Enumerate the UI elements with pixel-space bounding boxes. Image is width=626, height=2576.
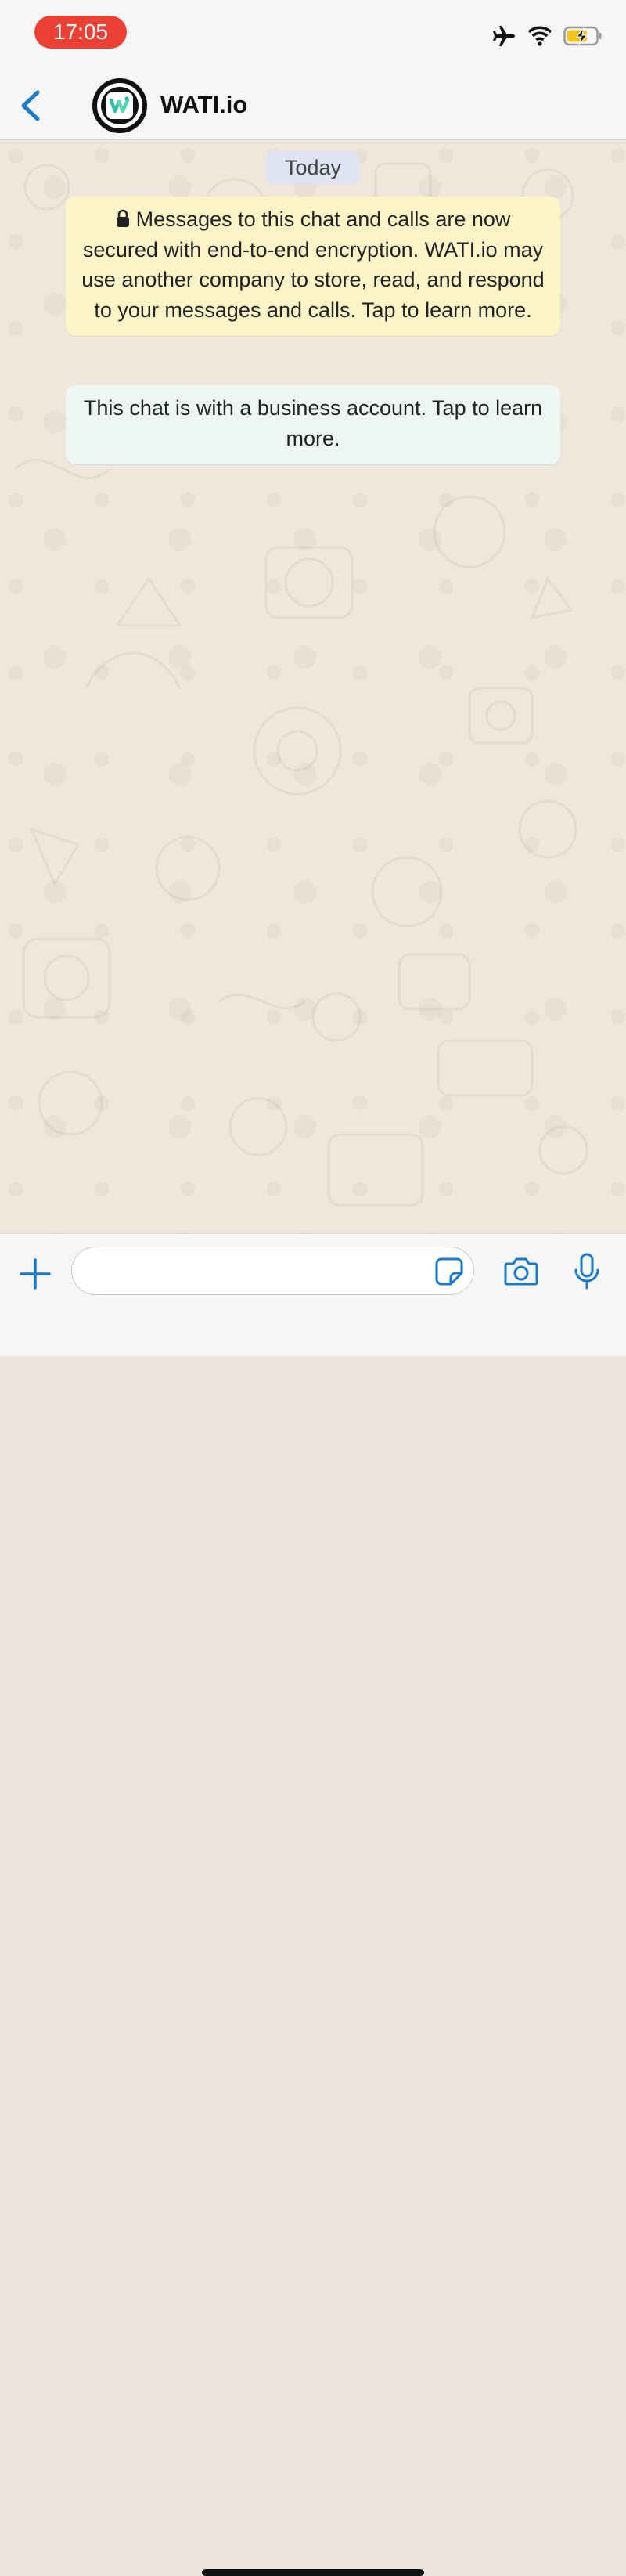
- wifi-icon: [527, 26, 552, 50]
- status-time: 17:05: [34, 16, 127, 49]
- chat-title[interactable]: WATI.io: [160, 91, 247, 119]
- plus-icon: [20, 1258, 51, 1290]
- chevron-left-icon: [21, 90, 40, 121]
- business-notice-text: This chat is with a business account. Ta…: [83, 396, 543, 450]
- chat-header: WATI.io: [0, 70, 626, 140]
- home-indicator[interactable]: [202, 2569, 424, 2576]
- message-input[interactable]: [71, 1247, 474, 1295]
- attach-button[interactable]: [19, 1257, 52, 1290]
- microphone-icon: [574, 1253, 599, 1290]
- airplane-icon: [491, 24, 516, 52]
- camera-icon: [504, 1257, 538, 1286]
- business-account-notice[interactable]: This chat is with a business account. Ta…: [66, 385, 560, 464]
- lock-icon: [116, 209, 129, 227]
- microphone-button[interactable]: [573, 1253, 601, 1290]
- date-divider: Today: [266, 151, 360, 184]
- wati-logo-icon: [101, 87, 139, 124]
- chat-area[interactable]: Today Messages to this chat and calls ar…: [0, 140, 626, 1349]
- camera-button[interactable]: [504, 1257, 538, 1286]
- encryption-notice-text: Messages to this chat and calls are now …: [81, 207, 545, 322]
- back-button[interactable]: [16, 88, 47, 124]
- status-icons: [491, 23, 603, 52]
- message-composer: [0, 1233, 626, 2576]
- battery-charging-icon: [563, 26, 603, 50]
- status-bar: 17:05: [0, 0, 626, 70]
- sticker-button[interactable]: [435, 1257, 463, 1286]
- encryption-notice[interactable]: Messages to this chat and calls are now …: [66, 197, 560, 336]
- avatar[interactable]: [92, 78, 147, 133]
- sticker-icon: [435, 1257, 463, 1286]
